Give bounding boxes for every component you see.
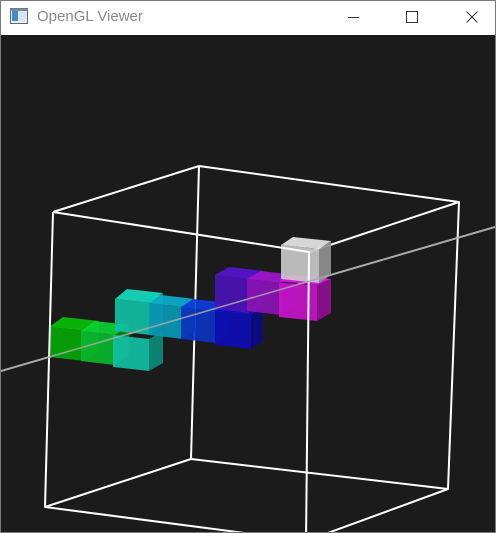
bbox-edge [44,458,192,508]
close-icon [466,11,478,23]
bounding-box-front [44,211,310,532]
bbox-edge [52,165,200,213]
bbox-edge [327,488,449,532]
scene-canvas [1,165,495,532]
bbox-front-face [44,211,310,532]
title-bar[interactable]: OpenGL Viewer [1,1,495,33]
minimize-icon [348,11,360,23]
cube-10 [281,237,331,283]
opengl-viewport[interactable] [1,35,495,532]
cube-row [49,237,331,371]
axis-line-overlay [1,226,495,372]
maximize-button[interactable] [389,1,435,33]
minimize-button[interactable] [331,1,377,33]
maximize-icon [406,11,418,23]
window-app-icon [10,8,28,24]
close-button[interactable] [449,1,495,33]
window-title: OpenGL Viewer [37,8,143,25]
app-window: OpenGL Viewer [0,0,496,533]
